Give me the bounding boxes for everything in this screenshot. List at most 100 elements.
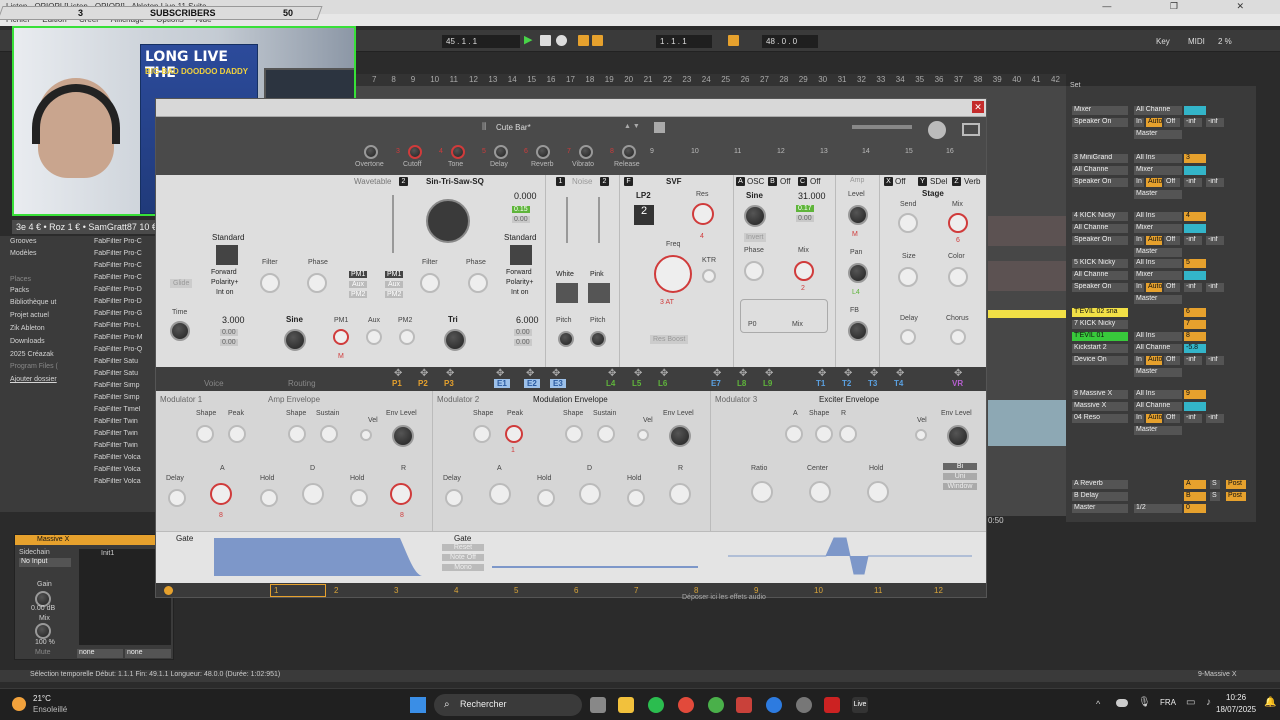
- track-input-select[interactable]: All Ins: [1134, 332, 1182, 341]
- pan-knob[interactable]: [848, 263, 868, 283]
- track-output-master[interactable]: Master: [1134, 368, 1182, 377]
- language-indicator[interactable]: FRA: [1160, 698, 1176, 707]
- sine-knob[interactable]: [284, 329, 306, 351]
- pink-noise-icon[interactable]: [588, 283, 610, 303]
- track-output-master[interactable]: Master: [1134, 248, 1182, 257]
- sequencer-step[interactable]: 3: [394, 586, 398, 595]
- browser-file[interactable]: FabFilter Pro-C: [94, 274, 156, 281]
- taskbar-search[interactable]: Rechercher: [434, 694, 582, 716]
- device-title[interactable]: Massive X: [15, 535, 173, 545]
- midi-to-select[interactable]: none: [125, 649, 171, 658]
- clip-massive[interactable]: [988, 400, 1066, 446]
- sequencer-step[interactable]: 1: [274, 586, 278, 595]
- phase-knob[interactable]: [307, 273, 327, 293]
- phase-knob-2[interactable]: [468, 273, 488, 293]
- browser-item[interactable]: Packs: [10, 287, 29, 294]
- clip-red[interactable]: [988, 216, 1066, 246]
- volume-value[interactable]: -5.8: [1184, 344, 1206, 353]
- macro-knob[interactable]: [494, 145, 508, 159]
- track-input-select[interactable]: All Channe: [1134, 106, 1182, 115]
- mode-graphic-icon[interactable]: [216, 245, 238, 265]
- tri-knob[interactable]: [444, 329, 466, 351]
- fx-off[interactable]: Off: [895, 177, 906, 186]
- fb-knob[interactable]: [848, 321, 868, 341]
- color-knob[interactable]: [948, 267, 968, 287]
- onedrive-icon[interactable]: [1116, 699, 1128, 707]
- volume-readout[interactable]: -inf: [1184, 236, 1202, 245]
- track-number[interactable]: 6: [1184, 308, 1206, 317]
- app-icon-red[interactable]: [824, 697, 840, 713]
- mod-source-tag[interactable]: E1: [494, 379, 510, 388]
- noise-pitch-knob[interactable]: [558, 331, 574, 347]
- track-channel-select[interactable]: Massive X: [1072, 402, 1128, 411]
- monitor-in-button[interactable]: In: [1134, 118, 1144, 127]
- drag-handle-icon[interactable]: ✥: [552, 368, 560, 379]
- hold-knob[interactable]: [537, 489, 555, 507]
- env-level-knob[interactable]: [947, 425, 969, 447]
- browser-item[interactable]: Downloads: [10, 338, 45, 345]
- clip-yellow[interactable]: [988, 310, 1066, 318]
- return-track-name[interactable]: A Reverb: [1072, 480, 1128, 489]
- file-explorer-icon[interactable]: [618, 697, 634, 713]
- spotify-icon[interactable]: [648, 697, 664, 713]
- browser-file[interactable]: FabFilter Pro-L: [94, 322, 156, 329]
- post-button[interactable]: Post: [1226, 480, 1246, 489]
- release-knob[interactable]: [669, 483, 691, 505]
- preset-arrows-icon[interactable]: ▲ ▼: [624, 123, 640, 130]
- track-volume[interactable]: [1184, 224, 1206, 233]
- notification-icon[interactable]: 🔔: [1264, 697, 1276, 708]
- delay-knob[interactable]: [445, 489, 463, 507]
- track-name[interactable]: 3 MiniGrand: [1072, 154, 1128, 163]
- clock-date[interactable]: 18/07/2025: [1216, 705, 1256, 714]
- drag-handle-icon[interactable]: ✥: [446, 368, 454, 379]
- osc-zero[interactable]: 0.00: [514, 329, 532, 336]
- loop-icon[interactable]: [728, 35, 739, 46]
- drag-handle-icon[interactable]: ✥: [844, 368, 852, 379]
- osc-off-1[interactable]: Off: [780, 177, 791, 186]
- drag-handle-icon[interactable]: ✥: [896, 368, 904, 379]
- track-output-select[interactable]: Speaker On: [1072, 118, 1128, 127]
- mod-source-tag[interactable]: VR: [952, 379, 963, 388]
- osc-green-value-2[interactable]: 0.17: [796, 205, 814, 212]
- pm1-tag-2[interactable]: PM1: [385, 271, 404, 278]
- mod-envelope-graph[interactable]: [492, 566, 698, 568]
- mod-source-tag[interactable]: L9: [763, 379, 772, 388]
- osc-pitch-value[interactable]: 31.000: [798, 191, 826, 201]
- windows-start-icon[interactable]: [410, 697, 426, 713]
- voice-tab[interactable]: Voice: [204, 379, 224, 388]
- volume-readout[interactable]: -inf: [1184, 414, 1202, 423]
- amp-level-knob[interactable]: [848, 205, 868, 225]
- browser-file[interactable]: FabFilter Pro-C: [94, 238, 156, 245]
- automation-arm-icon[interactable]: [592, 35, 603, 46]
- view-icon[interactable]: [962, 123, 980, 136]
- sequencer-step[interactable]: 6: [574, 586, 578, 595]
- plugin-titlebar[interactable]: [156, 99, 986, 117]
- browser-file[interactable]: FabFilter Pro-Q: [94, 346, 156, 353]
- track-input-channel[interactable]: All Channe: [1134, 344, 1182, 353]
- monitor-off-button[interactable]: Off: [1164, 178, 1180, 187]
- wavetable-slider[interactable]: [392, 195, 394, 253]
- track-output-master[interactable]: Master: [1134, 295, 1182, 304]
- sequencer-step[interactable]: 10: [814, 586, 823, 595]
- osc-grey-value[interactable]: 0.00: [512, 216, 530, 223]
- drag-handle-icon[interactable]: ✥: [739, 368, 747, 379]
- solo-button[interactable]: S: [1210, 480, 1220, 489]
- drag-handle-icon[interactable]: ✥: [394, 368, 402, 379]
- ableton-live-icon[interactable]: Live: [852, 697, 868, 713]
- browser-file[interactable]: FabFilter Pro-D: [94, 298, 156, 305]
- fx-sdel[interactable]: SDel: [930, 177, 947, 186]
- mod-source-tag[interactable]: E7: [711, 379, 721, 388]
- monitor-off-button[interactable]: Off: [1164, 356, 1180, 365]
- close-icon[interactable]: ✕: [972, 101, 984, 113]
- volume-readout[interactable]: -inf: [1206, 356, 1224, 365]
- track-input-select[interactable]: All Ins: [1134, 154, 1182, 163]
- track-name[interactable]: 4 KICK Nicky: [1072, 212, 1128, 221]
- browser-file[interactable]: FabFilter Volca: [94, 454, 156, 461]
- drag-handle-icon[interactable]: ✥: [634, 368, 642, 379]
- weather-temp[interactable]: 21°C: [33, 694, 51, 703]
- track-output-master[interactable]: Master: [1134, 190, 1182, 199]
- monitor-off-button[interactable]: Off: [1164, 414, 1180, 423]
- sequencer-step[interactable]: 5: [514, 586, 518, 595]
- decay-knob[interactable]: [579, 483, 601, 505]
- browser-item[interactable]: 2025 Créazak: [10, 351, 54, 358]
